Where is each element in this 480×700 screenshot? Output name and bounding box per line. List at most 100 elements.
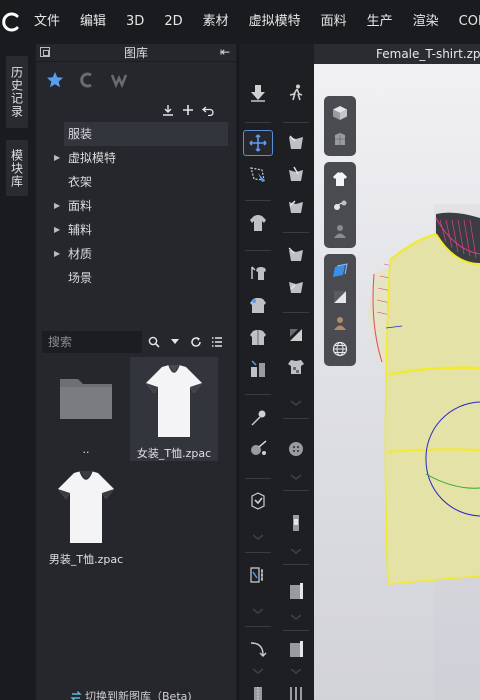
chevron-down-icon[interactable] bbox=[288, 612, 304, 622]
texture-pattern-icon[interactable] bbox=[281, 354, 311, 380]
chevron-down-icon[interactable] bbox=[288, 666, 304, 676]
tree-item-hanger[interactable]: 衣架 bbox=[36, 170, 232, 194]
tool-separator bbox=[283, 122, 309, 123]
3d-stage[interactable] bbox=[314, 64, 480, 700]
fabric-texture-icon[interactable] bbox=[324, 258, 356, 284]
transform-move-icon[interactable] bbox=[243, 130, 273, 156]
list-view-icon[interactable] bbox=[208, 331, 226, 353]
menu-3d[interactable]: 3D bbox=[116, 0, 154, 44]
tool-separator bbox=[245, 394, 271, 395]
expand-caret-icon[interactable]: ▶ bbox=[54, 194, 60, 218]
avatar-display-icon[interactable] bbox=[324, 218, 356, 244]
search-row bbox=[42, 331, 230, 353]
zipper-icon[interactable] bbox=[243, 682, 273, 700]
garment-shrink-icon[interactable] bbox=[281, 274, 311, 300]
garment-collar-icon[interactable] bbox=[281, 194, 311, 220]
expand-caret-icon[interactable]: ▶ bbox=[54, 242, 60, 266]
expand-caret-icon[interactable]: ▶ bbox=[54, 146, 60, 170]
tab-history[interactable]: 历史记录 bbox=[6, 56, 28, 128]
menu-render[interactable]: 渲染 bbox=[403, 0, 449, 44]
menu-production[interactable]: 生产 bbox=[357, 0, 403, 44]
garment-flatten-icon[interactable] bbox=[243, 210, 273, 236]
tree-item-label: 材质 bbox=[68, 247, 93, 261]
zipper-slider-icon[interactable] bbox=[281, 510, 311, 536]
float-panel-icon[interactable] bbox=[40, 47, 50, 57]
search-icon[interactable] bbox=[145, 331, 163, 353]
menu-edit[interactable]: 编辑 bbox=[70, 0, 116, 44]
download-icon[interactable] bbox=[162, 104, 174, 120]
favorites-star-icon[interactable] bbox=[46, 71, 64, 93]
pin-icon[interactable] bbox=[243, 404, 273, 430]
garment-symmetry-icon[interactable] bbox=[243, 324, 273, 350]
3d-viewport[interactable]: Female_T-shirt.zpac bbox=[314, 44, 480, 700]
chevron-down-icon[interactable] bbox=[250, 606, 266, 616]
menu-materials[interactable]: 素材 bbox=[193, 0, 239, 44]
switch-library-label: 切换到新图库（Beta) bbox=[85, 690, 192, 700]
chevron-down-icon[interactable] bbox=[288, 546, 304, 556]
tshirt-display-icon[interactable] bbox=[324, 166, 356, 192]
tree-item-avatar[interactable]: ▶ 虚拟模特 bbox=[36, 146, 232, 170]
select-mesh-icon[interactable] bbox=[243, 162, 273, 188]
cube-view-icon[interactable] bbox=[324, 100, 356, 126]
garment-pleat-icon[interactable] bbox=[281, 130, 311, 156]
arrangement-point-icon[interactable] bbox=[243, 292, 273, 318]
chevron-down-icon[interactable] bbox=[250, 532, 266, 542]
garment-sleeve-icon[interactable] bbox=[281, 162, 311, 188]
switch-library-link[interactable]: 切换到新图库（Beta) bbox=[70, 688, 192, 700]
menu-file[interactable]: 文件 bbox=[22, 0, 70, 44]
tree-item-label: 虚拟模特 bbox=[68, 151, 117, 165]
add-icon[interactable] bbox=[182, 104, 194, 120]
environment-globe-icon[interactable] bbox=[324, 336, 356, 362]
menu-2d[interactable]: 2D bbox=[154, 0, 192, 44]
fitting-suit-icon[interactable] bbox=[243, 488, 273, 514]
refresh-icon[interactable] bbox=[187, 331, 205, 353]
file-item-male-tshirt[interactable]: 男装_T恤.zpac bbox=[42, 463, 130, 567]
menu-fabric[interactable]: 面料 bbox=[311, 0, 357, 44]
accessory-display-icon[interactable] bbox=[324, 192, 356, 218]
search-input[interactable] bbox=[42, 331, 142, 353]
chevron-down-icon[interactable] bbox=[250, 666, 266, 676]
shaded-mode-icon[interactable] bbox=[324, 284, 356, 310]
menu-connect[interactable]: CON bbox=[449, 0, 480, 44]
expand-caret-icon[interactable]: ▶ bbox=[54, 218, 60, 242]
clo-library-icon[interactable] bbox=[78, 71, 96, 93]
tool-column-right bbox=[278, 60, 314, 700]
search-dropdown-icon[interactable] bbox=[166, 331, 184, 353]
file-item-parent-folder[interactable]: .. bbox=[42, 357, 130, 461]
pattern-arrange-icon[interactable] bbox=[243, 260, 273, 286]
elastic-tool-icon[interactable] bbox=[281, 636, 311, 662]
tree-item-trims[interactable]: ▶ 辅料 bbox=[36, 218, 232, 242]
viewport-tool-group bbox=[324, 162, 356, 248]
measure-icon[interactable] bbox=[243, 562, 273, 588]
simulate-down-icon[interactable] bbox=[243, 80, 273, 106]
tab-module-library[interactable]: 模块库 bbox=[6, 140, 28, 196]
back-icon[interactable] bbox=[201, 104, 214, 120]
button-tool-icon[interactable] bbox=[281, 436, 311, 462]
curve-sewing-icon[interactable] bbox=[243, 636, 273, 662]
tack-icon[interactable] bbox=[243, 436, 273, 462]
tree-item-fabric[interactable]: ▶ 面料 bbox=[36, 194, 232, 218]
topstitch-icon[interactable] bbox=[281, 682, 311, 700]
tool-separator bbox=[245, 250, 271, 251]
avatar-walk-icon[interactable] bbox=[281, 80, 311, 106]
tree-item-garment[interactable]: 服装 bbox=[64, 122, 228, 146]
garment-layer-icon[interactable] bbox=[281, 242, 311, 268]
binding-tool-icon[interactable] bbox=[281, 578, 311, 604]
connect-library-icon[interactable] bbox=[110, 71, 128, 93]
viewport-tab[interactable]: Female_T-shirt.zpac bbox=[314, 44, 480, 64]
chevron-down-icon[interactable] bbox=[288, 398, 304, 408]
file-item-female-tshirt[interactable]: 女装_T恤.zpac bbox=[130, 357, 218, 461]
texture-map-icon[interactable] bbox=[281, 322, 311, 348]
garment-fold-icon[interactable] bbox=[243, 356, 273, 382]
chevron-down-icon[interactable] bbox=[288, 472, 304, 482]
library-panel: 图库 ⇤ 服装 ▶ 虚拟模特 衣架 ▶ 面料 ▶ 辅料 ▶ 材质 场景 搜索 .… bbox=[36, 44, 236, 700]
tree-item-material[interactable]: ▶ 材质 bbox=[36, 242, 232, 266]
tree-item-scene[interactable]: 场景 bbox=[36, 266, 232, 290]
menu-avatar[interactable]: 虚拟模特 bbox=[239, 0, 311, 44]
collapse-left-icon[interactable]: ⇤ bbox=[220, 45, 230, 59]
garment-3d-icon[interactable] bbox=[324, 126, 356, 152]
avatar-skin-icon[interactable] bbox=[324, 310, 356, 336]
tree-item-label: 场景 bbox=[68, 271, 93, 285]
switch-icon bbox=[70, 691, 82, 700]
app-logo-icon[interactable] bbox=[0, 0, 22, 44]
